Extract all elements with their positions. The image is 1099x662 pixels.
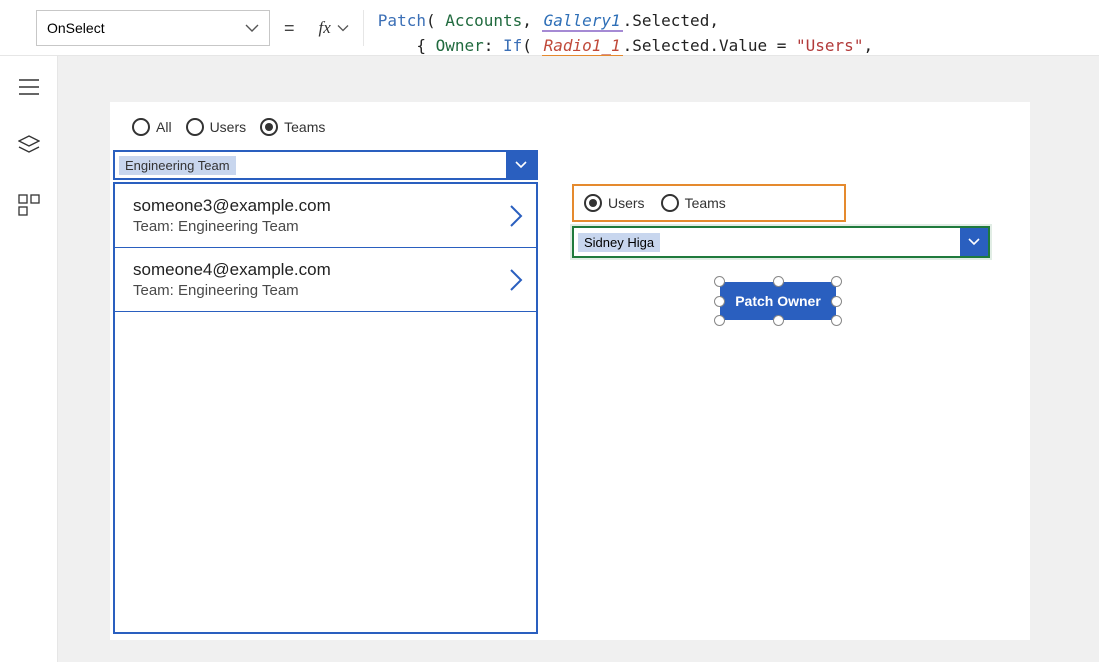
resize-handle[interactable] [773,276,784,287]
radio-icon [260,118,278,136]
chevron-right-icon[interactable] [508,202,524,230]
hamburger-icon[interactable] [18,78,40,101]
radio-icon [584,194,602,212]
selected-control[interactable]: Patch Owner [720,282,836,320]
left-rail [0,56,58,662]
combobox-token: Engineering Team [119,156,236,175]
property-dropdown[interactable]: OnSelect [36,10,270,46]
app-stage: All Users Teams Engineering Team someone… [110,102,1030,640]
resize-handle[interactable] [714,276,725,287]
radio-all[interactable]: All [132,118,172,136]
gallery-row-title: someone4@example.com [133,260,496,280]
radio-icon [132,118,150,136]
layers-icon[interactable] [18,135,40,160]
chevron-down-icon[interactable] [960,228,988,256]
resize-handle[interactable] [714,315,725,326]
chevron-down-icon[interactable] [506,152,536,178]
resize-handle[interactable] [714,296,725,307]
resize-handle[interactable] [773,315,784,326]
gallery-row-subtitle: Team: Engineering Team [133,282,496,299]
right-combobox[interactable]: Sidney Higa [572,226,990,258]
gallery-row[interactable]: someone4@example.com Team: Engineering T… [115,248,536,312]
equals-sign: = [284,18,295,39]
right-radio-group[interactable]: Users Teams [572,184,846,222]
fx-icon: fx [319,18,331,38]
resize-handle[interactable] [831,296,842,307]
left-combobox[interactable]: Engineering Team [113,150,538,180]
radio-icon [186,118,204,136]
components-icon[interactable] [18,194,40,221]
gallery-row-title: someone3@example.com [133,196,496,216]
left-radio-group[interactable]: All Users Teams [128,118,329,136]
property-dropdown-value: OnSelect [47,20,105,36]
radio-users[interactable]: Users [584,194,645,212]
radio-teams[interactable]: Teams [661,194,726,212]
fx-indicator[interactable]: fx [309,10,364,46]
resize-handle[interactable] [831,315,842,326]
combobox-token: Sidney Higa [578,233,660,252]
radio-users[interactable]: Users [186,118,247,136]
canvas: All Users Teams Engineering Team someone… [58,56,1099,662]
gallery-row[interactable]: someone3@example.com Team: Engineering T… [115,184,536,248]
chevron-down-icon [337,24,349,33]
gallery-row-subtitle: Team: Engineering Team [133,218,496,235]
resize-handle[interactable] [831,276,842,287]
radio-teams[interactable]: Teams [260,118,325,136]
gallery[interactable]: someone3@example.com Team: Engineering T… [113,182,538,634]
radio-icon [661,194,679,212]
chevron-right-icon[interactable] [508,266,524,294]
chevron-down-icon [245,23,259,33]
